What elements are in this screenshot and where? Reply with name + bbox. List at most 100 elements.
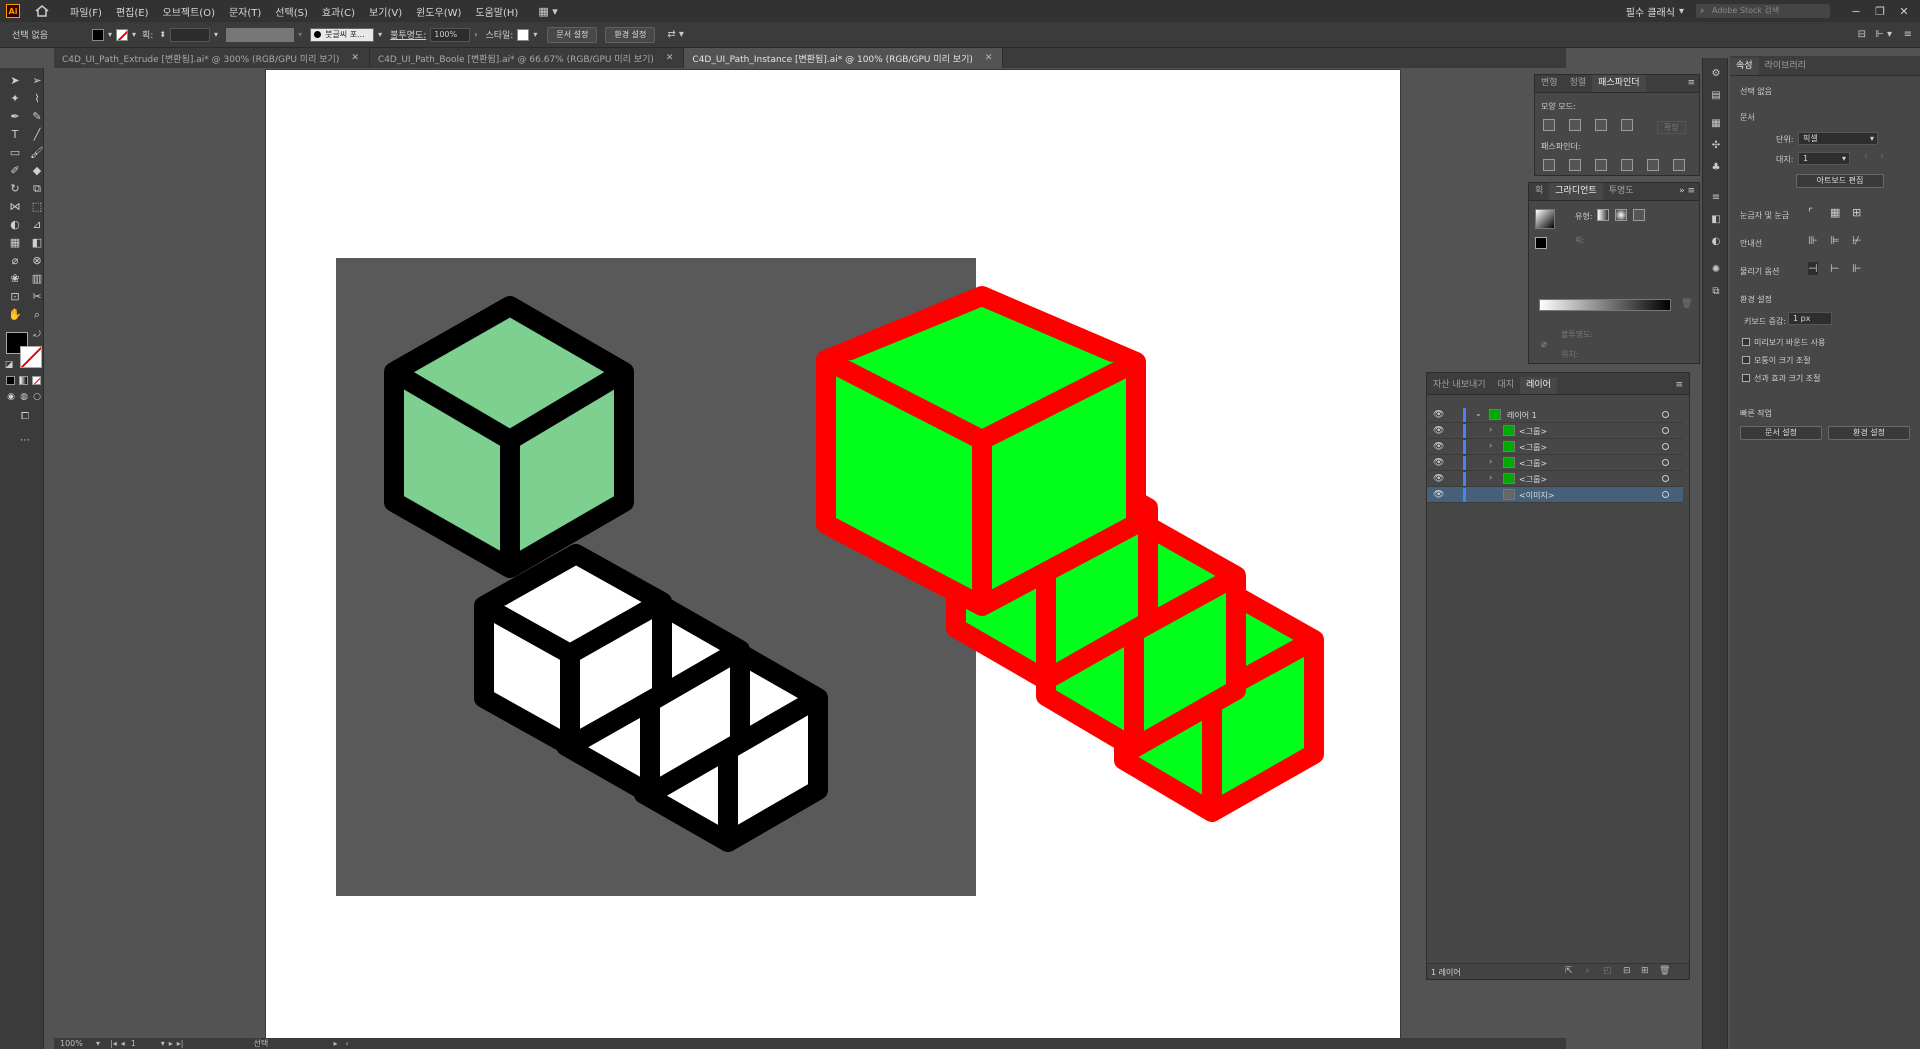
outline-icon[interactable] bbox=[1647, 159, 1659, 171]
panel-menu-icon[interactable]: ≡ bbox=[1904, 29, 1912, 40]
menu-edit[interactable]: 편집(E) bbox=[116, 4, 149, 19]
unite-icon[interactable] bbox=[1543, 119, 1555, 131]
rulers-icon[interactable]: ⌜ bbox=[1808, 206, 1813, 219]
grid-icon[interactable]: ▦ bbox=[1830, 206, 1840, 219]
gradient-tool-icon[interactable]: ◧ bbox=[30, 236, 44, 250]
layer-row-image[interactable]: 👁 <이미지> bbox=[1427, 487, 1683, 503]
variable-width-profile[interactable] bbox=[226, 27, 295, 42]
menu-file[interactable]: 파일(F) bbox=[70, 4, 102, 19]
column-graph-tool-icon[interactable]: ▥ bbox=[30, 272, 44, 286]
artboard-number[interactable]: 1 bbox=[131, 1039, 161, 1048]
maximize-button[interactable]: ❐ bbox=[1868, 5, 1892, 18]
eye-icon[interactable]: 👁 bbox=[1433, 458, 1444, 468]
panel-menu-icon[interactable]: ≡ bbox=[1675, 377, 1683, 394]
tab-path-boole[interactable]: C4D_UI_Path_Boole [변환됨].ai* @ 66.67% (RG… bbox=[370, 48, 685, 68]
layer-name[interactable]: <이미지> bbox=[1519, 490, 1555, 501]
tab-layers[interactable]: 레이어 bbox=[1520, 377, 1557, 394]
exclude-icon[interactable] bbox=[1621, 119, 1633, 131]
show-guides-icon[interactable]: ⊪ bbox=[1808, 234, 1818, 247]
layer-row-group[interactable]: 👁 › <그룹> bbox=[1427, 439, 1683, 455]
brushes-icon[interactable]: ✣ bbox=[1710, 140, 1722, 152]
rotate-tool-icon[interactable]: ↻ bbox=[8, 182, 22, 196]
swatches-icon[interactable]: ▦ bbox=[1710, 118, 1722, 130]
chevron-right-icon[interactable]: ▸ bbox=[334, 1039, 338, 1048]
free-transform-tool-icon[interactable]: ⬚ bbox=[30, 200, 44, 214]
merge-icon[interactable] bbox=[1595, 159, 1607, 171]
tab-stroke[interactable]: 획 bbox=[1529, 183, 1549, 200]
stock-search-input[interactable]: ⌕ Adobe Stock 검색 bbox=[1696, 4, 1830, 18]
stroke-swatch[interactable] bbox=[116, 28, 129, 41]
trash-icon[interactable]: 🗑 bbox=[1659, 966, 1670, 976]
graphic-styles-icon[interactable]: ⧉ bbox=[1710, 286, 1722, 298]
draw-normal-icon[interactable]: ◉ bbox=[4, 390, 18, 404]
chevron-down-icon[interactable]: ⌄ bbox=[1475, 409, 1482, 418]
divide-icon[interactable] bbox=[1543, 159, 1555, 171]
chevron-down-icon[interactable]: ▾ bbox=[298, 30, 302, 39]
menu-type[interactable]: 문자(T) bbox=[229, 4, 261, 19]
units-select[interactable]: 픽셀 ▾ bbox=[1798, 132, 1878, 145]
chevron-right-icon[interactable]: › bbox=[1489, 473, 1492, 482]
scale-tool-icon[interactable]: ⧉ bbox=[30, 182, 44, 196]
chevron-right-icon[interactable]: › bbox=[1489, 457, 1492, 466]
stroke-color-box[interactable] bbox=[20, 346, 42, 368]
layer-name[interactable]: <그룹> bbox=[1519, 442, 1547, 453]
home-icon[interactable] bbox=[34, 4, 50, 18]
menu-object[interactable]: 오브젝트(O) bbox=[163, 4, 215, 19]
line-tool-icon[interactable]: ╱ bbox=[30, 128, 44, 142]
crop-icon[interactable] bbox=[1621, 159, 1633, 171]
properties-icon[interactable]: ⚙ bbox=[1710, 68, 1722, 80]
draw-inside-icon[interactable]: ○ bbox=[30, 390, 44, 404]
close-window-button[interactable]: ✕ bbox=[1892, 5, 1916, 18]
chevron-down-icon[interactable]: ▾ bbox=[132, 30, 136, 39]
swap-colors-icon[interactable]: ⤾ bbox=[30, 328, 44, 342]
direct-selection-tool-icon[interactable]: ➢ bbox=[30, 74, 44, 88]
linear-gradient-icon[interactable] bbox=[1597, 209, 1609, 221]
tab-path-instance[interactable]: C4D_UI_Path_Instance [변환됨].ai* @ 100% (R… bbox=[684, 48, 1004, 68]
tab-align[interactable]: 정렬 bbox=[1564, 75, 1593, 92]
new-layer-icon[interactable]: ⊞ bbox=[1641, 966, 1649, 976]
close-icon[interactable]: ✕ bbox=[985, 53, 993, 63]
arrange-documents-icon[interactable]: ▦ ▾ bbox=[538, 5, 557, 18]
eraser-tool-icon[interactable]: ◆ bbox=[30, 164, 44, 178]
tab-artboards[interactable]: 대지 bbox=[1492, 377, 1521, 394]
lasso-tool-icon[interactable]: ⌇ bbox=[30, 92, 44, 106]
stepper-icon[interactable]: ⬍ bbox=[159, 30, 166, 39]
fill-swatch[interactable] bbox=[92, 28, 104, 41]
chevron-down-icon[interactable]: ▾ bbox=[533, 30, 537, 39]
symbol-sprayer-tool-icon[interactable]: ❀ bbox=[8, 272, 22, 286]
prev-artboard-icon[interactable]: ‹ bbox=[1864, 152, 1868, 162]
eye-icon[interactable]: 👁 bbox=[1433, 490, 1444, 500]
tab-properties[interactable]: 속성 bbox=[1730, 58, 1759, 75]
last-artboard-icon[interactable]: ▸| bbox=[177, 1039, 184, 1048]
none-mode-button[interactable] bbox=[32, 376, 41, 385]
artboard[interactable] bbox=[266, 70, 1400, 1038]
chevron-right-icon[interactable]: › bbox=[1489, 441, 1492, 450]
hand-tool-icon[interactable]: ✋ bbox=[8, 308, 22, 322]
distribute-icon[interactable]: ⊩ ▾ bbox=[1875, 29, 1892, 40]
smart-guides-icon[interactable]: ⊬ bbox=[1852, 234, 1862, 247]
snap-to-glyph-icon[interactable]: ⊩ bbox=[1852, 262, 1862, 275]
scale-corners-checkbox[interactable] bbox=[1742, 356, 1750, 364]
tab-path-extrude[interactable]: C4D_UI_Path_Extrude [변환됨].ai* @ 300% (RG… bbox=[54, 48, 370, 68]
width-tool-icon[interactable]: ⋈ bbox=[8, 200, 22, 214]
blend-tool-icon[interactable]: ⊗ bbox=[30, 254, 44, 268]
chevron-down-icon[interactable]: ▾ bbox=[214, 30, 218, 39]
screen-mode-icon[interactable]: ⧠ bbox=[18, 410, 32, 424]
trash-icon[interactable]: 🗑 bbox=[1681, 299, 1692, 309]
next-artboard-icon[interactable]: › bbox=[1880, 152, 1884, 162]
trim-icon[interactable] bbox=[1569, 159, 1581, 171]
menu-window[interactable]: 윈도우(W) bbox=[416, 4, 461, 19]
stroke-panel-icon[interactable]: ≡ bbox=[1710, 192, 1722, 204]
gradient-mode-button[interactable] bbox=[19, 376, 28, 385]
paintbrush-tool-icon[interactable]: 🖌 bbox=[30, 146, 44, 160]
layer-name[interactable]: <그룹> bbox=[1519, 458, 1547, 469]
scroll-left-icon[interactable]: ‹ bbox=[346, 1039, 349, 1048]
eyedropper-tool-icon[interactable]: ⌀ bbox=[8, 254, 22, 268]
slice-tool-icon[interactable]: ✂ bbox=[30, 290, 44, 304]
locate-icon[interactable]: ⌕ bbox=[1585, 966, 1590, 976]
stroke-weight-field[interactable] bbox=[170, 27, 211, 42]
artboard-select[interactable]: 1 ▾ bbox=[1798, 152, 1850, 165]
mesh-tool-icon[interactable]: ▦ bbox=[8, 236, 22, 250]
layer-row-group[interactable]: 👁 › <그룹> bbox=[1427, 471, 1683, 487]
layer-name[interactable]: <그룹> bbox=[1519, 474, 1547, 485]
